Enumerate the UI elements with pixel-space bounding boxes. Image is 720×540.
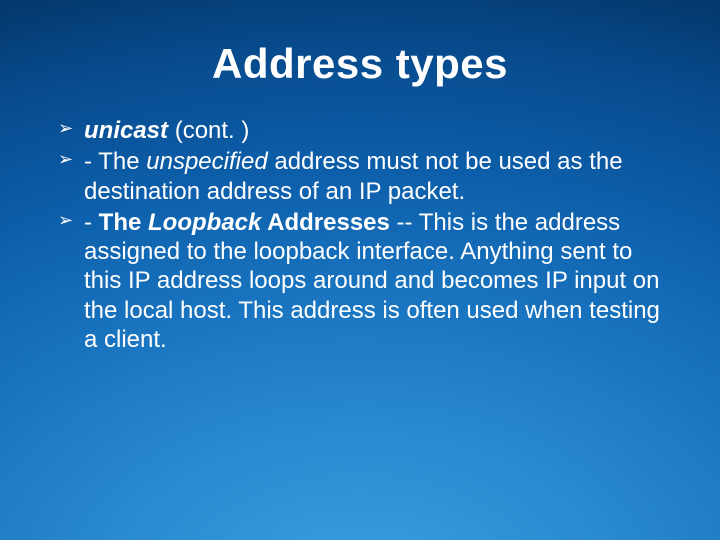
bullet-text: (cont. ): [168, 117, 249, 144]
slide-title: Address types: [58, 40, 662, 88]
bullet-strong: The: [99, 209, 148, 236]
bullet-emph: unicast: [84, 117, 168, 144]
bullet-emph: unspecified: [146, 148, 267, 175]
bullet-item: - The Loopback Addresses -- This is the …: [58, 208, 662, 354]
bullet-item: - The unspecified address must not be us…: [58, 147, 662, 206]
bullet-list: unicast (cont. ) - The unspecified addre…: [58, 116, 662, 354]
bullet-text: - The: [84, 148, 146, 175]
slide: Address types unicast (cont. ) - The uns…: [0, 0, 720, 540]
bullet-item: unicast (cont. ): [58, 116, 662, 145]
bullet-strong-em: Loopback: [148, 209, 261, 236]
bullet-strong: Addresses: [261, 209, 390, 236]
bullet-text: -: [84, 209, 99, 236]
